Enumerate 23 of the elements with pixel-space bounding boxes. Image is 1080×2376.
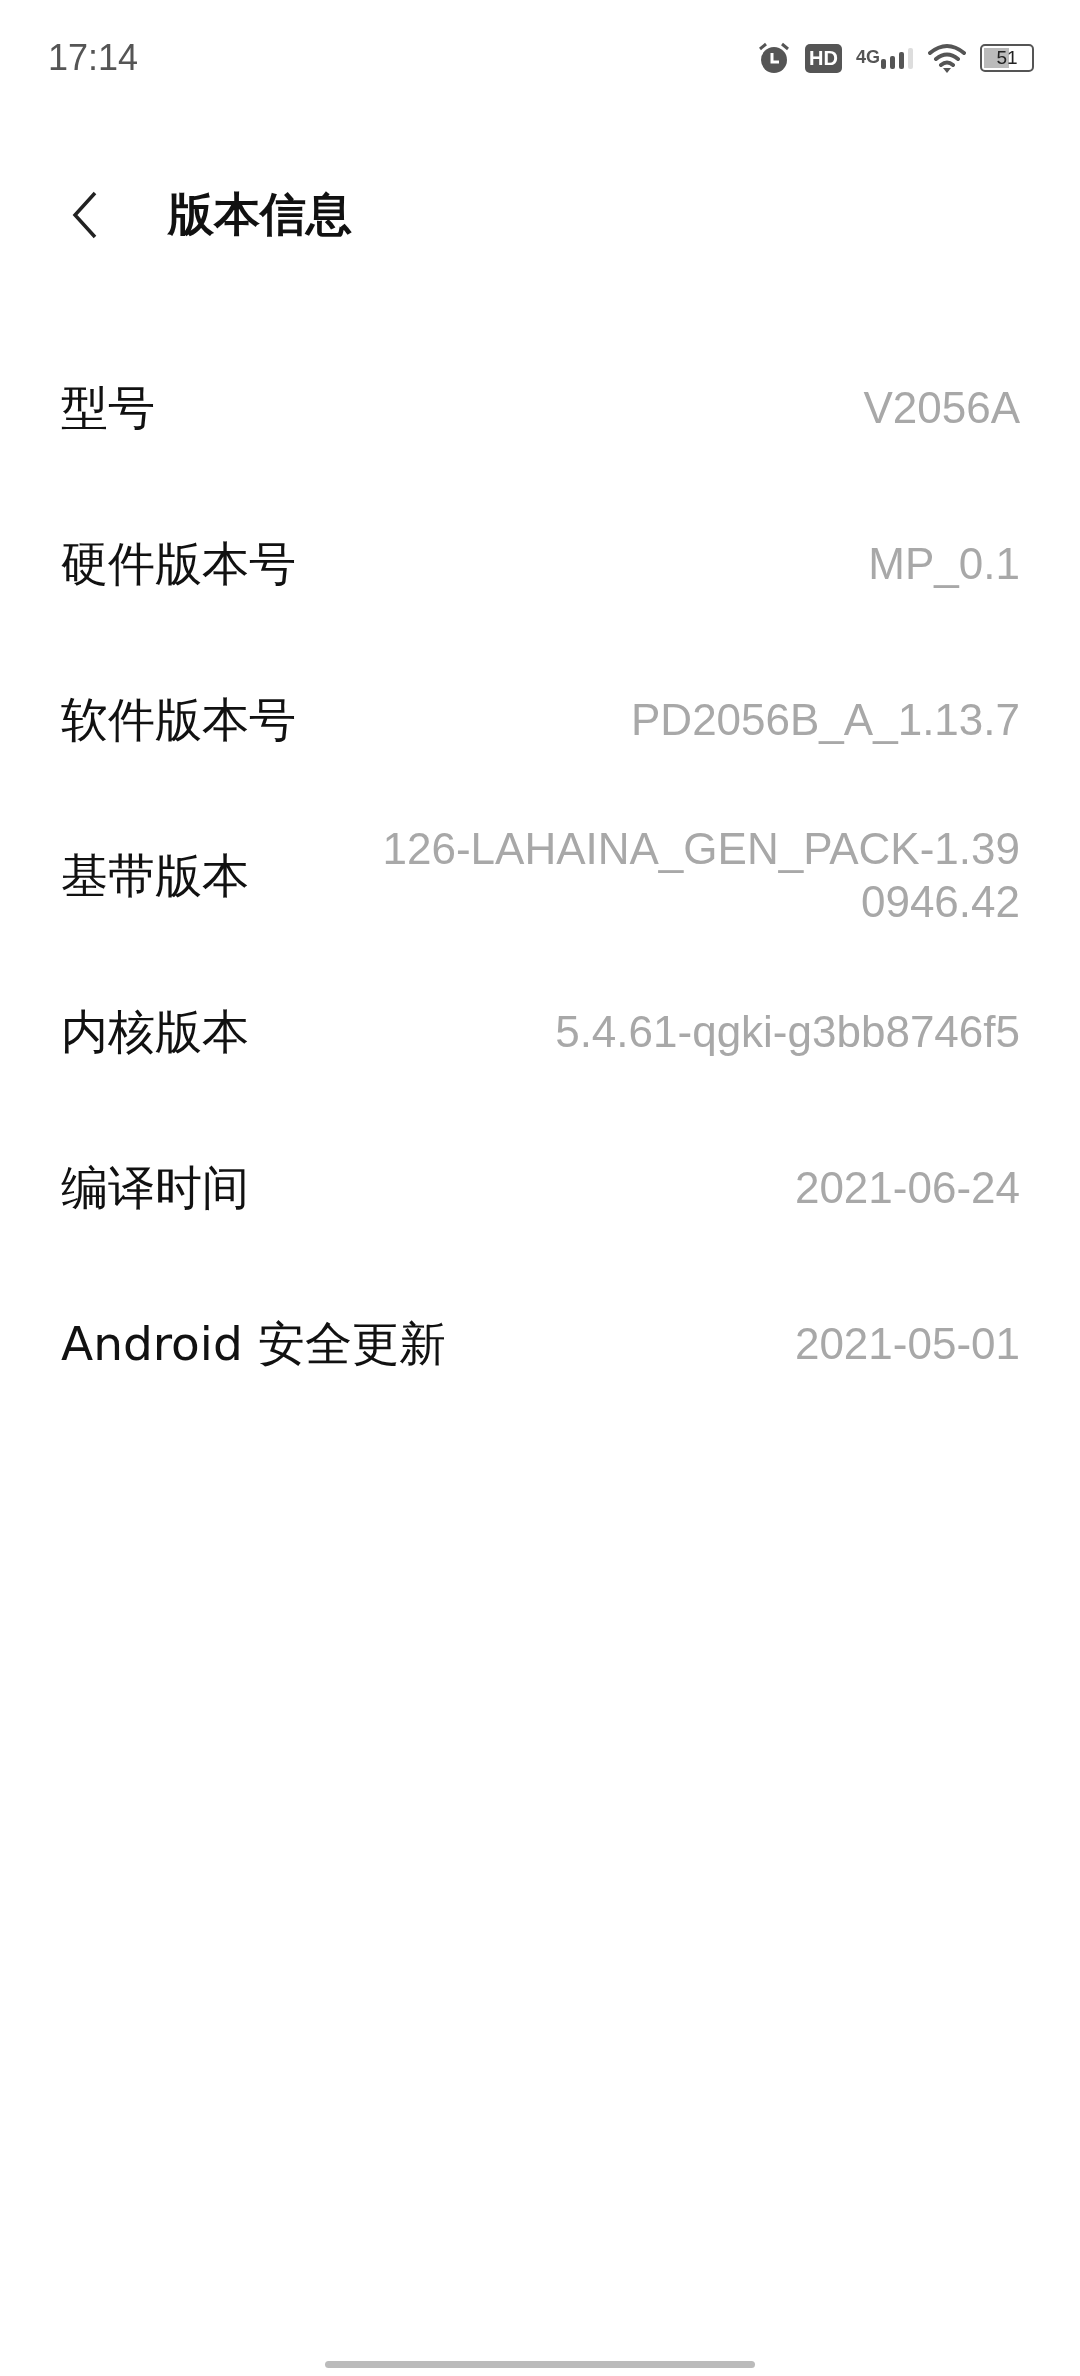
info-value: 2021-05-01 xyxy=(794,1317,1020,1370)
info-label: 编译时间 xyxy=(61,1158,249,1217)
info-value: MP_0.1 xyxy=(868,537,1020,590)
page-title: 版本信息 xyxy=(168,186,352,243)
hd-badge: HD xyxy=(805,43,842,73)
info-label: 软件版本号 xyxy=(61,690,296,749)
battery-level: 51 xyxy=(996,47,1018,69)
info-label: 基带版本 xyxy=(61,846,249,905)
info-value: V2056A xyxy=(863,381,1020,434)
alarm-icon xyxy=(757,42,792,74)
info-value: 126-LAHAINA_GEN_PACK-1.390946.42 xyxy=(381,823,1020,928)
signal-icon xyxy=(880,47,914,69)
info-label: 型号 xyxy=(61,378,155,437)
info-label: 硬件版本号 xyxy=(61,534,296,593)
info-value: PD2056B_A_1.13.7 xyxy=(631,693,1020,746)
back-button[interactable] xyxy=(72,191,98,239)
info-value: 2021-06-24 xyxy=(794,1161,1020,1214)
network-type: 4G xyxy=(856,47,880,68)
wifi-icon xyxy=(928,43,966,73)
info-label: Android 安全更新 xyxy=(61,1314,446,1373)
status-time: 17:14 xyxy=(48,37,139,79)
info-label: 内核版本 xyxy=(61,1002,249,1061)
info-value: 5.4.61-qgki-g3bb8746f5 xyxy=(555,1005,1020,1058)
